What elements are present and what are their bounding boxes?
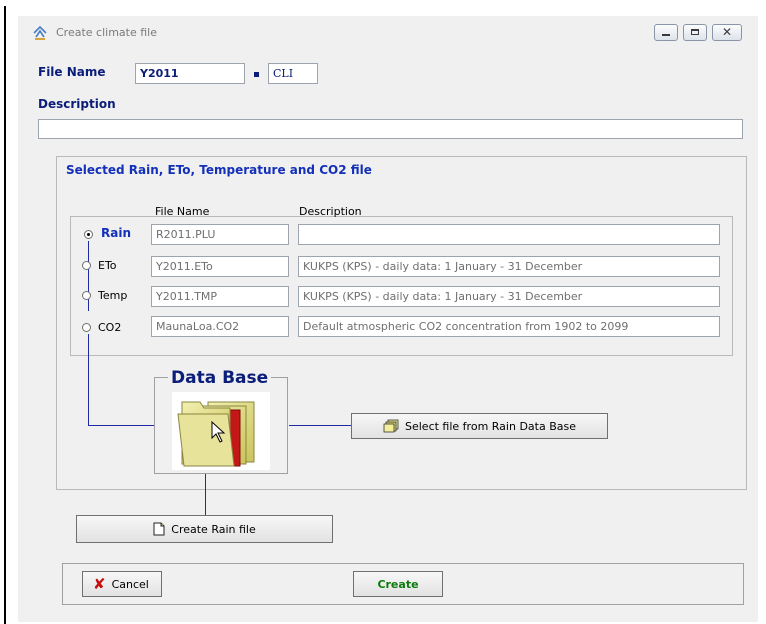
co2-desc-value: Default atmospheric CO2 concentration fr… xyxy=(303,320,629,333)
column-header-file-name: File Name xyxy=(155,205,210,218)
connector-db-to-select xyxy=(289,425,351,426)
database-title: Data Base xyxy=(168,368,272,388)
selected-files-title: Selected Rain, ETo, Temperature and CO2 … xyxy=(66,163,372,177)
folder-stack-icon xyxy=(383,419,399,433)
connector-db-to-create xyxy=(205,474,206,515)
file-name-value: Y2011 xyxy=(140,67,179,80)
rain-file-field: R2011.PLU xyxy=(151,224,289,245)
database-folder-icon[interactable] xyxy=(172,392,270,470)
file-name-label: File Name xyxy=(38,65,106,79)
close-button[interactable]: ✕ xyxy=(712,24,742,41)
temp-radio[interactable] xyxy=(82,291,91,300)
rain-label[interactable]: Rain xyxy=(101,226,131,240)
eto-label[interactable]: ETo xyxy=(98,259,117,272)
file-extension-input: CLI xyxy=(268,63,318,84)
title-bar: Create climate file ✕ xyxy=(18,16,758,50)
description-input[interactable] xyxy=(38,119,743,139)
maximize-button[interactable] xyxy=(683,24,707,41)
rain-radio[interactable] xyxy=(84,230,93,239)
co2-file-value: MaunaLoa.CO2 xyxy=(156,320,240,333)
rain-file-value: R2011.PLU xyxy=(156,228,216,241)
create-rain-file-label: Create Rain file xyxy=(171,522,256,536)
cancel-label: Cancel xyxy=(111,577,149,591)
app-icon xyxy=(33,25,47,40)
close-icon: ✕ xyxy=(722,25,733,39)
eto-radio[interactable] xyxy=(82,261,91,270)
connector-co2-down xyxy=(88,334,89,426)
description-label: Description xyxy=(38,97,116,111)
maximize-icon xyxy=(691,29,699,35)
eto-file-field: Y2011.ETo xyxy=(151,256,289,277)
file-extension-value: CLI xyxy=(273,67,294,80)
co2-file-field: MaunaLoa.CO2 xyxy=(151,316,289,337)
window-title: Create climate file xyxy=(56,26,157,39)
select-from-database-button[interactable]: Select file from Rain Data Base xyxy=(351,413,608,439)
create-climate-file-window: Create climate file ✕ File Name Y2011 CL… xyxy=(18,16,758,622)
create-rain-file-button[interactable]: Create Rain file xyxy=(76,515,333,543)
extension-separator xyxy=(254,72,259,77)
rain-desc-field xyxy=(298,224,720,245)
eto-file-value: Y2011.ETo xyxy=(156,260,213,273)
temp-file-value: Y2011.TMP xyxy=(156,290,218,303)
radio-connector-line xyxy=(88,241,89,311)
minimize-icon xyxy=(662,34,670,36)
temp-file-field: Y2011.TMP xyxy=(151,286,289,307)
file-name-input[interactable]: Y2011 xyxy=(135,63,245,84)
temp-desc-value: KUKPS (KPS) - daily data: 1 January - 31… xyxy=(303,290,583,303)
connector-left-to-db xyxy=(88,425,154,426)
left-border-line xyxy=(4,6,6,624)
create-button[interactable]: Create xyxy=(353,571,443,597)
cancel-icon: ✘ xyxy=(93,574,106,593)
new-file-icon xyxy=(153,522,165,536)
column-header-description: Description xyxy=(299,205,362,218)
cancel-button[interactable]: ✘ Cancel xyxy=(82,571,162,597)
co2-desc-field: Default atmospheric CO2 concentration fr… xyxy=(298,316,720,337)
minimize-button[interactable] xyxy=(654,24,678,41)
eto-desc-value: KUKPS (KPS) - daily data: 1 January - 31… xyxy=(303,260,583,273)
co2-radio[interactable] xyxy=(82,323,91,332)
co2-label[interactable]: CO2 xyxy=(98,321,121,334)
select-from-database-label: Select file from Rain Data Base xyxy=(405,419,576,433)
eto-desc-field: KUKPS (KPS) - daily data: 1 January - 31… xyxy=(298,256,720,277)
temp-label[interactable]: Temp xyxy=(98,289,127,302)
temp-desc-field: KUKPS (KPS) - daily data: 1 January - 31… xyxy=(298,286,720,307)
create-label: Create xyxy=(377,577,419,591)
